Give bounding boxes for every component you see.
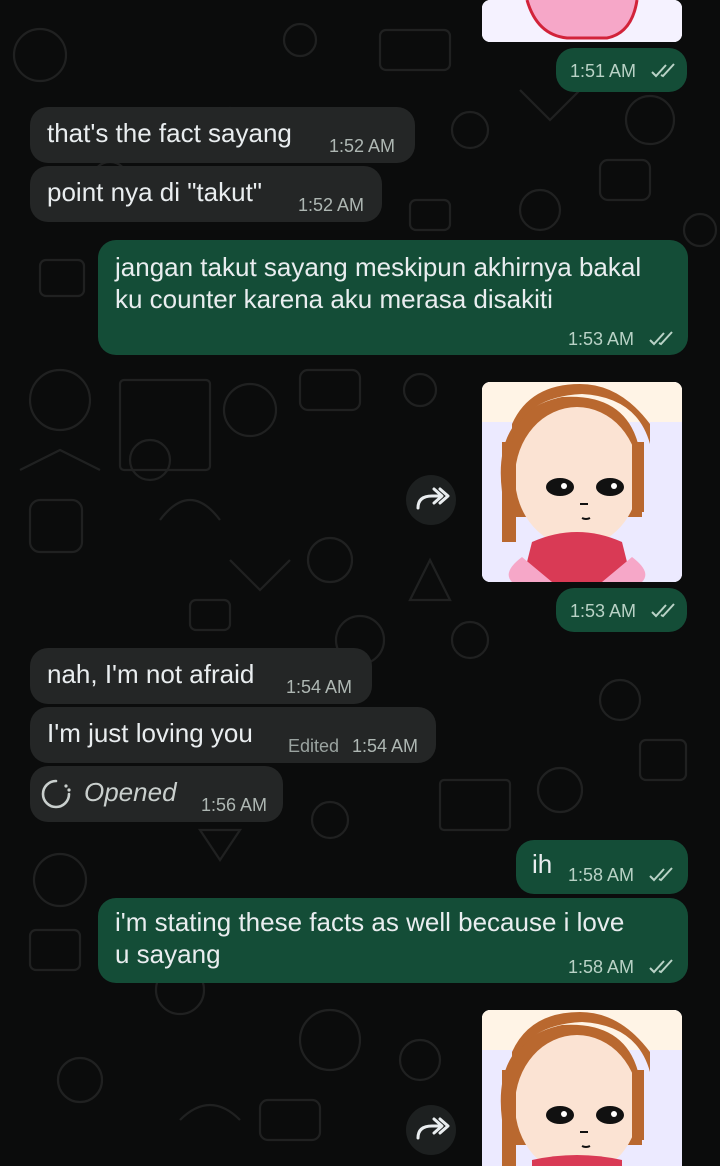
message-time: 1:58 AM	[568, 865, 635, 885]
incoming-message[interactable]: I'm just loving you Edited 1:54 AM	[30, 707, 436, 763]
message-time: 1:56 AM	[201, 795, 268, 815]
outgoing-message[interactable]: i'm stating these facts as well because …	[98, 898, 688, 983]
outgoing-message[interactable]: ih 1:58 AM	[516, 840, 688, 894]
message-time: 1:58 AM	[568, 957, 635, 977]
message-time: 1:54 AM	[352, 736, 419, 756]
message-text: I'm just loving you	[47, 718, 253, 748]
sticker-image[interactable]	[482, 1010, 682, 1166]
message-text: nah, I'm not afraid	[47, 659, 255, 689]
incoming-message[interactable]: that's the fact sayang 1:52 AM	[30, 107, 415, 163]
sticker-image-partial-top[interactable]	[482, 0, 682, 42]
opened-label: Opened	[84, 777, 177, 807]
message-time: 1:52 AM	[329, 136, 396, 156]
incoming-message[interactable]: nah, I'm not afraid 1:54 AM	[30, 648, 372, 704]
view-once-message[interactable]: Opened 1:56 AM	[30, 766, 283, 822]
message-text-line-1: jangan takut sayang meskipun akhirnya ba…	[115, 252, 642, 282]
view-once-icon	[41, 779, 71, 809]
incoming-message[interactable]: point nya di "takut" 1:52 AM	[30, 166, 382, 222]
read-receipt-icon	[649, 959, 673, 974]
message-time: 1:51 AM	[570, 61, 637, 81]
read-receipt-icon	[651, 63, 675, 78]
forward-icon	[416, 487, 450, 510]
forward-button[interactable]	[406, 1105, 456, 1155]
message-time: 1:52 AM	[298, 195, 365, 215]
message-timestamp-bubble[interactable]: 1:51 AM	[556, 48, 687, 92]
forward-button[interactable]	[406, 475, 456, 525]
outgoing-message[interactable]: jangan takut sayang meskipun akhirnya ba…	[98, 240, 688, 355]
message-text: ih	[532, 849, 553, 879]
message-text: point nya di "takut"	[47, 177, 263, 207]
read-receipt-icon	[651, 603, 675, 618]
message-text-line-2: ku counter karena aku merasa disakiti	[115, 284, 553, 314]
message-time: 1:53 AM	[570, 601, 637, 621]
message-time: 1:53 AM	[568, 329, 635, 349]
message-timestamp-bubble[interactable]: 1:53 AM	[556, 588, 687, 632]
message-text: that's the fact sayang	[47, 118, 292, 148]
message-text-line-1: i'm stating these facts as well because …	[115, 907, 625, 937]
message-time: 1:54 AM	[286, 677, 353, 697]
read-receipt-icon	[649, 331, 673, 346]
edited-label: Edited	[288, 736, 340, 756]
message-text-line-2: u sayang	[115, 939, 221, 969]
read-receipt-icon	[649, 867, 673, 882]
forward-icon	[416, 1117, 450, 1140]
sticker-image[interactable]	[482, 382, 682, 582]
